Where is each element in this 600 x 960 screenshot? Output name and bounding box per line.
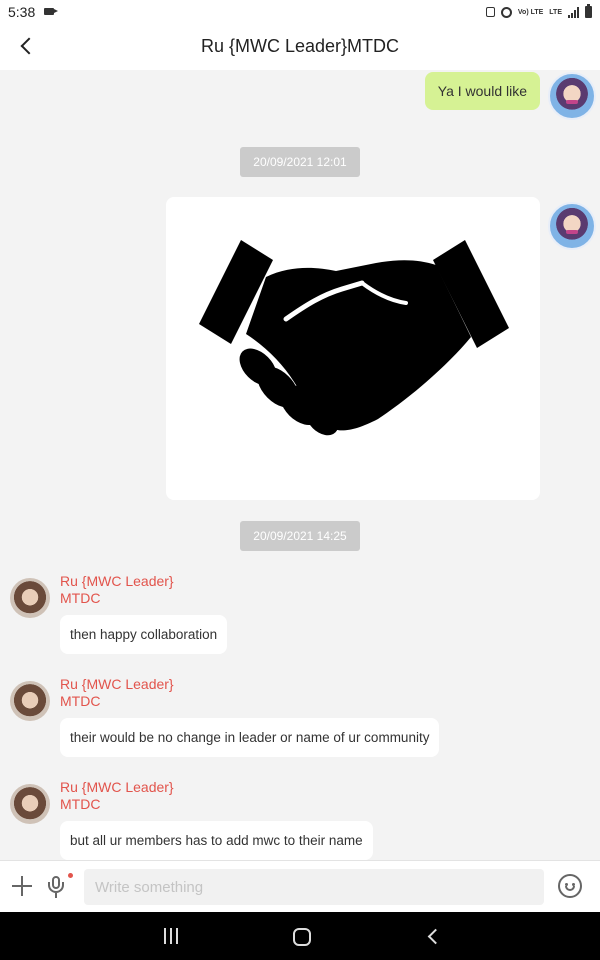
- signal-icon: [568, 6, 579, 18]
- sender-name-line2: MTDC: [60, 796, 101, 812]
- notification-dot: [68, 873, 73, 878]
- chat-messages[interactable]: Ya I would like 20/09/2021 12:01 20/09/2…: [0, 70, 600, 860]
- contact-avatar[interactable]: [10, 681, 50, 721]
- my-avatar[interactable]: [548, 72, 596, 120]
- message-input[interactable]: [84, 869, 544, 905]
- plus-icon[interactable]: [12, 876, 32, 896]
- video-icon: [44, 8, 58, 15]
- message-timestamp: 20/09/2021 12:01: [240, 147, 360, 177]
- sender-name-line1: Ru {MWC Leader}: [60, 573, 174, 589]
- incoming-message[interactable]: their would be no change in leader or na…: [60, 718, 440, 757]
- volte-icon: Vo) LTE: [517, 8, 544, 16]
- alarm-icon: [500, 6, 512, 18]
- contact-avatar[interactable]: [10, 578, 50, 618]
- incoming-message[interactable]: but all ur members has to add mwc to the…: [60, 821, 373, 860]
- chat-header: Ru {MWC Leader}MTDC: [0, 24, 600, 70]
- sender-name: Ru {MWC Leader} MTDC: [60, 779, 174, 813]
- back-icon[interactable]: [425, 928, 441, 944]
- sender-name: Ru {MWC Leader} MTDC: [60, 676, 174, 710]
- emoji-icon[interactable]: [558, 874, 582, 898]
- home-icon[interactable]: [293, 928, 311, 946]
- image-message[interactable]: [166, 197, 540, 500]
- contact-avatar[interactable]: [10, 784, 50, 824]
- lte-icon: LTE: [549, 8, 562, 16]
- handshake-icon: [199, 240, 509, 436]
- sender-name-line1: Ru {MWC Leader}: [60, 676, 174, 692]
- lock-icon: [485, 7, 495, 17]
- microphone-icon[interactable]: [46, 874, 68, 900]
- my-avatar[interactable]: [548, 202, 596, 250]
- sender-name-line1: Ru {MWC Leader}: [60, 779, 174, 795]
- outgoing-message[interactable]: Ya I would like: [424, 72, 540, 110]
- sender-name: Ru {MWC Leader} MTDC: [60, 573, 174, 607]
- sender-name-line2: MTDC: [60, 590, 101, 606]
- status-icons: Vo) LTE LTE: [485, 4, 592, 19]
- message-composer: [0, 860, 600, 912]
- status-bar: 5:38 Vo) LTE LTE: [0, 0, 600, 24]
- chat-title: Ru {MWC Leader}MTDC: [200, 36, 400, 56]
- message-timestamp: 20/09/2021 14:25: [240, 521, 360, 551]
- status-time: 5:38: [8, 4, 36, 20]
- navigation-bar: [0, 912, 600, 960]
- incoming-message[interactable]: then happy collaboration: [60, 615, 228, 654]
- sender-name-line2: MTDC: [60, 693, 101, 709]
- recents-icon[interactable]: [162, 928, 180, 944]
- battery-icon: [585, 4, 592, 18]
